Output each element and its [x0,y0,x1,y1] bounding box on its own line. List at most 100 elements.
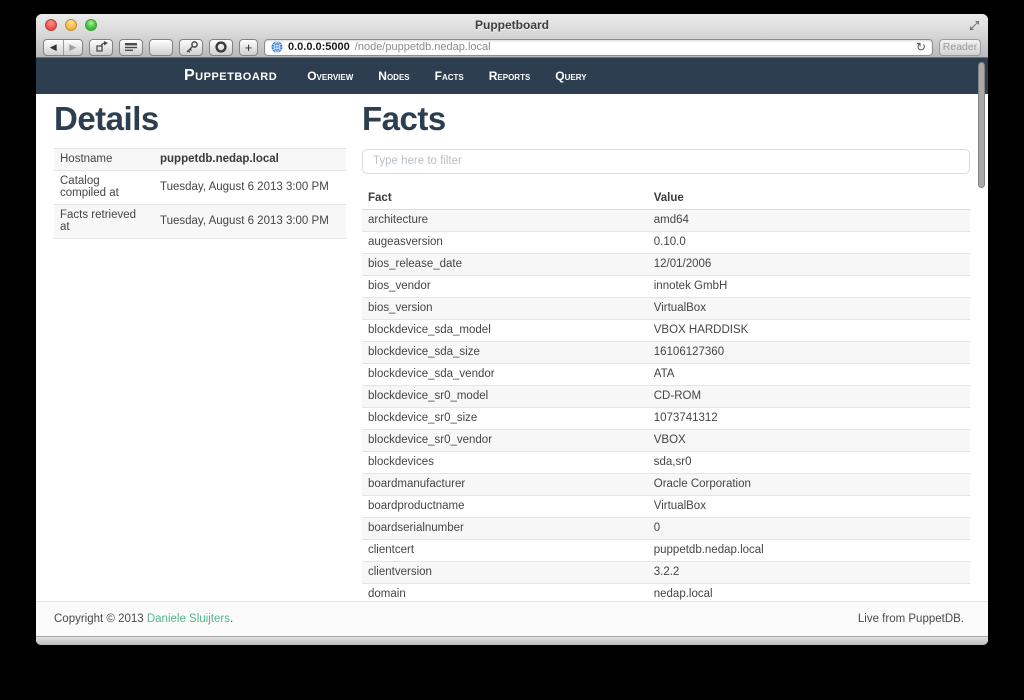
details-row: Hostnamepuppetdb.nedap.local [54,148,346,170]
page-scrollbar[interactable] [978,62,985,188]
fact-value-cell: 3.2.2 [648,561,970,583]
details-label: Facts retrieved at [54,204,154,238]
forward-button[interactable]: ▶ [64,40,83,55]
title-bar[interactable]: Puppetboard [36,14,988,36]
fact-name-cell: blockdevice_sda_size [362,341,648,363]
reload-icon[interactable]: ↻ [916,41,926,53]
fact-name-cell: blockdevice_sr0_model [362,385,648,407]
fact-row: clientcertpuppetdb.nedap.local [362,539,970,561]
reader-button[interactable]: Reader [939,39,981,56]
fact-name-cell: boardserialnumber [362,517,648,539]
nav-item-reports[interactable]: Reports [489,69,531,83]
fact-name-cell: blockdevice_sr0_size [362,407,648,429]
page-content: Details Hostnamepuppetdb.nedap.localCata… [36,94,988,601]
share-button[interactable] [89,39,113,56]
circle-extension-button[interactable] [209,39,233,56]
fact-value-cell: nedap.local [648,583,970,601]
details-title: Details [54,100,346,138]
fact-value-cell: VBOX HARDDISK [648,319,970,341]
nav-item-facts[interactable]: Facts [435,69,464,83]
facts-section: Facts Fact Value architectureamd64augeas… [362,100,970,601]
fact-name-cell: blockdevice_sr0_vendor [362,429,648,451]
blank-extension-button[interactable] [149,39,173,56]
copyright-link[interactable]: Daniele Sluijters [147,613,230,625]
fact-row: boardmanufacturerOracle Corporation [362,473,970,495]
close-button[interactable] [45,19,57,31]
fact-row: blockdevice_sr0_modelCD-ROM [362,385,970,407]
live-from-puppetdb-text: Live from PuppetDB. [858,613,964,625]
details-row: Facts retrieved atTuesday, August 6 2013… [54,204,346,238]
nav-item-query[interactable]: Query [555,69,586,83]
fact-value-cell: 1073741312 [648,407,970,429]
fact-value-cell: VBOX [648,429,970,451]
fact-value-cell: 16106127360 [648,341,970,363]
page-footer: Copyright © 2013 Daniele Sluijters. Live… [36,601,988,636]
fact-row: augeasversion0.10.0 [362,231,970,253]
fact-value-cell: Oracle Corporation [648,473,970,495]
browser-window: Puppetboard ◀ ▶ [36,14,988,645]
fact-name-cell: bios_release_date [362,253,648,275]
value-column-header: Value [648,188,970,210]
fact-name-cell: boardproductname [362,495,648,517]
fact-name-cell: blockdevice_sda_model [362,319,648,341]
fullscreen-icon[interactable] [969,20,980,31]
details-section: Details Hostnamepuppetdb.nedap.localCata… [54,100,346,601]
facts-title: Facts [362,100,970,138]
fact-value-cell: innotek GmbH [648,275,970,297]
fact-row: boardproductnameVirtualBox [362,495,970,517]
globe-icon [271,41,283,53]
fact-row: clientversion3.2.2 [362,561,970,583]
fact-value-cell: 0.10.0 [648,231,970,253]
fact-row: blockdevice_sda_vendorATA [362,363,970,385]
browser-toolbar: ◀ ▶ [36,36,988,58]
details-label: Catalog compiled at [54,170,154,204]
address-bar[interactable]: 0.0.0.0:5000/node/puppetdb.nedap.local ↻ [264,39,933,56]
details-row: Catalog compiled atTuesday, August 6 201… [54,170,346,204]
nav-item-overview[interactable]: Overview [307,69,353,83]
key-icon-button[interactable] [179,39,203,56]
window-title: Puppetboard [36,14,988,36]
fact-row: blockdevice_sr0_size1073741312 [362,407,970,429]
navbar-brand[interactable]: Puppetboard [184,67,277,85]
fact-value-cell: 0 [648,517,970,539]
fact-name-cell: bios_vendor [362,275,648,297]
minimize-button[interactable] [65,19,77,31]
fact-row: bios_vendorinnotek GmbH [362,275,970,297]
fact-value-cell: amd64 [648,209,970,231]
fact-row: bios_versionVirtualBox [362,297,970,319]
url-path: /node/puppetdb.nedap.local [355,41,491,53]
url-host: 0.0.0.0:5000 [288,41,350,53]
fact-name-cell: blockdevices [362,451,648,473]
fact-row: domainnedap.local [362,583,970,601]
fact-value-cell: puppetdb.nedap.local [648,539,970,561]
new-tab-button[interactable]: + [239,39,258,56]
details-value: puppetdb.nedap.local [154,148,346,170]
zoom-button[interactable] [85,19,97,31]
fact-row: architectureamd64 [362,209,970,231]
fact-name-cell: architecture [362,209,648,231]
details-table: Hostnamepuppetdb.nedap.localCatalog comp… [54,148,346,239]
history-nav-buttons: ◀ ▶ [43,39,83,56]
browser-chrome: Puppetboard ◀ ▶ [36,14,988,58]
details-label: Hostname [54,148,154,170]
copyright-text: Copyright © 2013 Daniele Sluijters. [54,613,233,625]
fact-row: blockdevice_sda_size16106127360 [362,341,970,363]
fact-name-cell: bios_version [362,297,648,319]
fact-row: blockdevice_sda_modelVBOX HARDDISK [362,319,970,341]
navbar-items: Overview Nodes Facts Reports Query [307,69,611,83]
site-navbar: Puppetboard Overview Nodes Facts Reports Que… [36,58,988,94]
fact-value-cell: 12/01/2006 [648,253,970,275]
fact-value-cell: sda,sr0 [648,451,970,473]
details-value: Tuesday, August 6 2013 3:00 PM [154,204,346,238]
fact-column-header: Fact [362,188,648,210]
fact-row: blockdevicessda,sr0 [362,451,970,473]
fact-value-cell: CD-ROM [648,385,970,407]
facts-table: Fact Value architectureamd64augeasversio… [362,188,970,601]
fact-value-cell: VirtualBox [648,495,970,517]
back-button[interactable]: ◀ [44,40,64,55]
facts-filter-input[interactable] [362,149,970,174]
fact-name-cell: boardmanufacturer [362,473,648,495]
fact-name-cell: clientversion [362,561,648,583]
reading-list-button[interactable] [119,39,143,56]
nav-item-nodes[interactable]: Nodes [378,69,409,83]
